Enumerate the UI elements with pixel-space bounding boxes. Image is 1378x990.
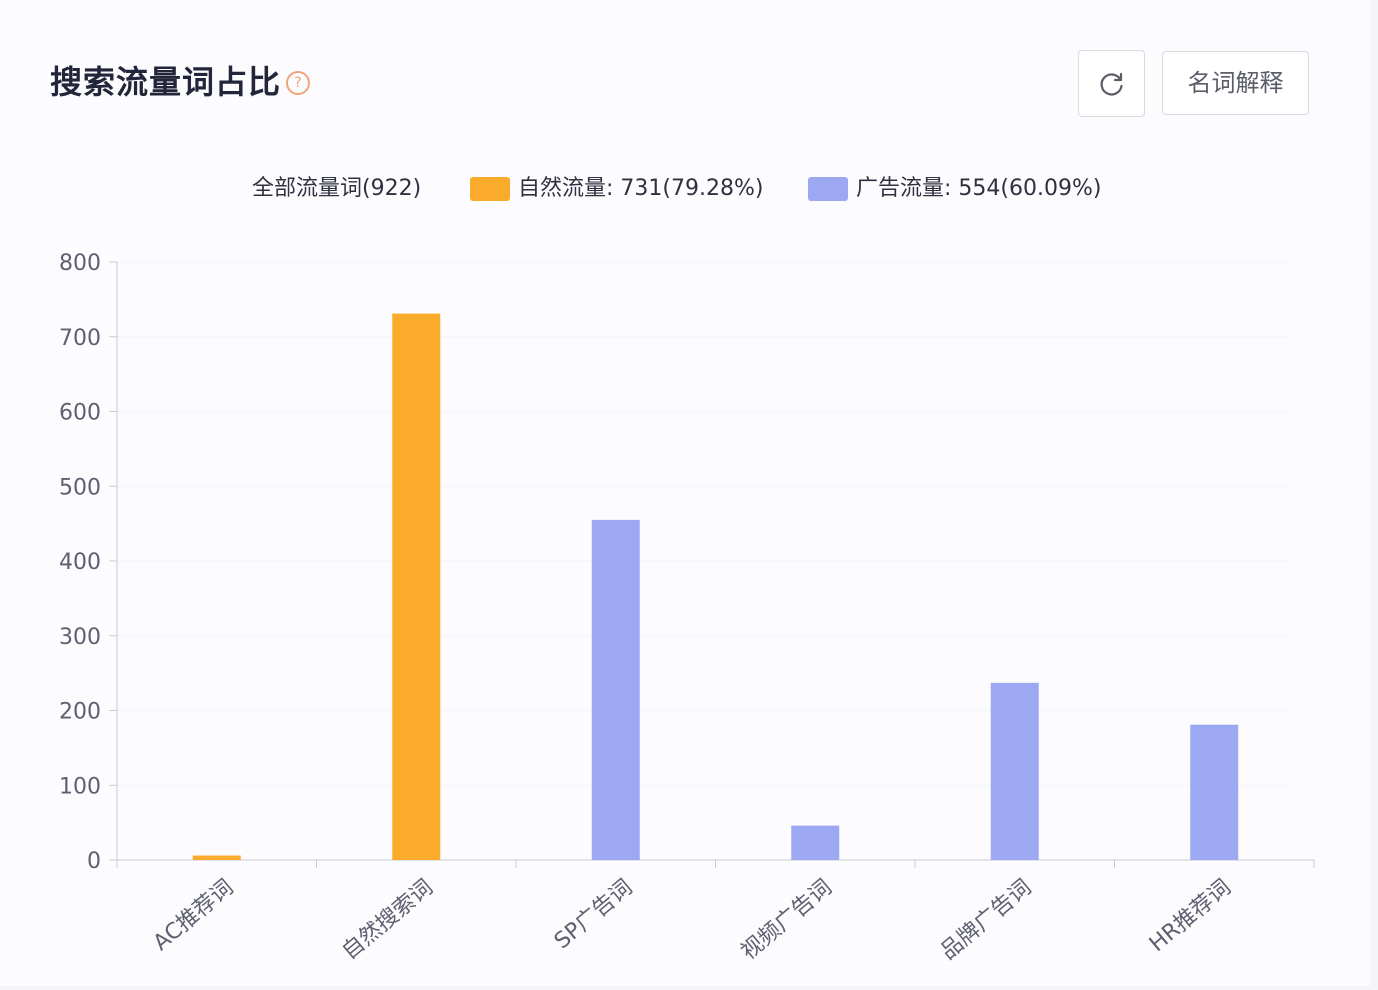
- x-category-label: HR推荐词: [1145, 875, 1236, 957]
- bar-ad-5[interactable]: [1190, 724, 1239, 860]
- x-category-label: SP广告词: [550, 875, 637, 954]
- x-category-label: AC推荐词: [149, 875, 239, 956]
- y-tick-label: 800: [59, 251, 101, 276]
- x-category-label: 品牌广告词: [936, 875, 1036, 965]
- y-tick-label: 100: [59, 774, 101, 799]
- y-tick-label: 200: [59, 700, 101, 725]
- y-tick-label: 600: [59, 401, 101, 426]
- bar-natural-1[interactable]: [392, 313, 441, 860]
- bar-ad-3[interactable]: [791, 825, 840, 860]
- x-category-label: 视频广告词: [737, 875, 837, 965]
- x-category-label: 自然搜索词: [338, 875, 438, 965]
- bar-natural-0[interactable]: [192, 855, 241, 860]
- y-tick-label: 300: [59, 625, 101, 650]
- chart-card: 搜索流量词占比 ? 名词解释 全部流量词(922) 自然流量: 731(79.2…: [0, 0, 1370, 986]
- bar-ad-2[interactable]: [591, 519, 640, 860]
- y-tick-label: 0: [87, 849, 101, 874]
- bar-ad-4[interactable]: [990, 682, 1039, 860]
- bar-chart: 0 100 200 300 400 500 600 700 800 AC推荐词 自然搜索词 SP广告词…: [59, 251, 1315, 965]
- y-tick-label: 700: [59, 326, 101, 351]
- y-tick-label: 500: [59, 475, 101, 500]
- y-tick-label: 400: [59, 550, 101, 575]
